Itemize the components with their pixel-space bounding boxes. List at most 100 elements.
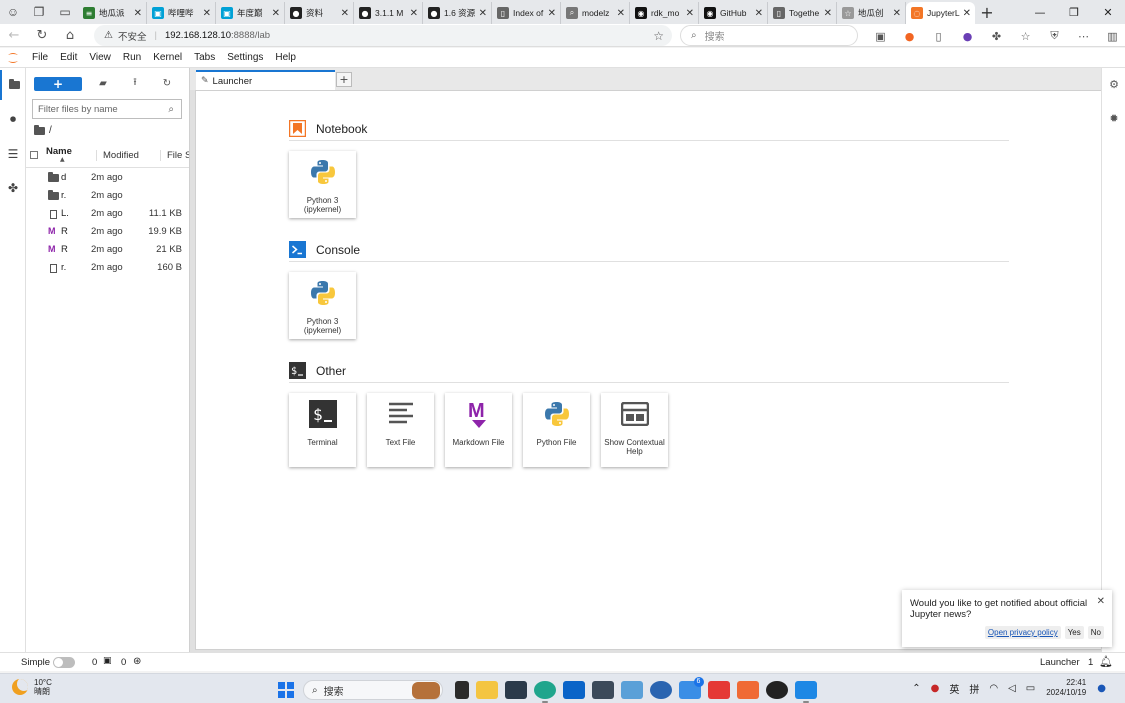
browser-tab[interactable]: ● 3.1.1 M ✕	[354, 2, 423, 24]
home-icon[interactable]: ⌂	[56, 28, 84, 43]
tray-app-icon[interactable]: ●	[931, 683, 940, 694]
remote-desktop-icon[interactable]	[591, 681, 614, 699]
vertical-tabs-icon[interactable]: ▭	[52, 0, 78, 24]
browser-tab[interactable]: ⌕ modelz ✕	[561, 2, 630, 24]
app-check-icon[interactable]: 6	[678, 677, 704, 699]
extension-orange-icon[interactable]: ●	[895, 28, 924, 44]
close-tab-icon[interactable]: ✕	[963, 8, 971, 19]
close-tab-icon[interactable]: ✕	[272, 8, 280, 19]
more-menu-icon[interactable]: ⋯	[1069, 28, 1098, 44]
outlook-icon[interactable]	[562, 681, 585, 699]
browser-tab[interactable]: ◉ rdk_mo ✕	[630, 2, 699, 24]
new-folder-icon[interactable]: ▰	[87, 78, 119, 89]
close-tab-icon[interactable]: ✕	[893, 8, 901, 19]
close-tab-icon[interactable]: ✕	[203, 8, 211, 19]
file-browser-icon[interactable]	[0, 70, 26, 100]
browser-tab[interactable]: ● 资料 ✕	[285, 2, 354, 24]
wps-icon[interactable]	[707, 681, 730, 699]
restore-icon[interactable]: ❐	[1057, 6, 1091, 19]
column-name[interactable]: Name	[46, 146, 72, 157]
close-tab-icon[interactable]: ✕	[410, 8, 418, 19]
reader-icon[interactable]: ▣	[866, 28, 895, 44]
weather-widget[interactable]: 10°C 晴朗	[12, 678, 52, 696]
file-row[interactable]: d 2m ago	[26, 169, 189, 187]
ime-language[interactable]: 英	[949, 681, 959, 696]
favorite-star-icon[interactable]: ☆	[653, 29, 664, 43]
property-inspector-icon[interactable]: ⚙	[1102, 78, 1125, 91]
file-row[interactable]: M R 2m ago 19.9 KB	[26, 223, 189, 241]
terminal-card[interactable]: $ Terminal	[289, 393, 356, 467]
file-row[interactable]: r. 2m ago	[26, 187, 189, 205]
close-tab-icon[interactable]: ✕	[479, 8, 487, 19]
app-red-icon[interactable]	[736, 681, 759, 699]
notebook-python3-card[interactable]: Python 3 (ipykernel)	[289, 151, 356, 218]
tray-overflow-icon[interactable]: ⌃	[912, 683, 920, 694]
privacy-policy-link[interactable]: Open privacy policy	[984, 626, 1061, 639]
add-tab-button[interactable]: +	[336, 72, 352, 87]
browser-tab[interactable]: ▯ Index of ✕	[492, 2, 561, 24]
file-row[interactable]: M R 2m ago 21 KB	[26, 241, 189, 259]
reload-icon[interactable]: ↻	[28, 28, 56, 43]
menu-tabs[interactable]: Tabs	[188, 52, 221, 63]
text-file-card[interactable]: Text File	[367, 393, 434, 467]
browser-tab[interactable]: ▣ 哔哩哔 ✕	[147, 2, 216, 24]
taskbar-search[interactable]: ⌕ 搜索	[303, 680, 443, 700]
close-tab-icon[interactable]: ✕	[617, 8, 625, 19]
close-tab-icon[interactable]: ✕	[548, 8, 556, 19]
contextual-help-card[interactable]: Show Contextual Help	[601, 393, 668, 467]
qq-icon[interactable]	[765, 681, 788, 699]
shield-icon[interactable]: ⛨	[1040, 28, 1069, 44]
close-tab-icon[interactable]: ✕	[755, 8, 763, 19]
running-kernels-icon[interactable]: ⏺	[0, 104, 26, 134]
extension-doc-icon[interactable]: ▯	[924, 28, 953, 44]
browser-tab[interactable]: ▣ 年度巅 ✕	[216, 2, 285, 24]
ime-mode[interactable]: 拼	[969, 681, 979, 696]
refresh-icon[interactable]: ↻	[151, 78, 183, 89]
terminal-status-icon[interactable]: ▣	[103, 656, 112, 666]
menu-edit[interactable]: Edit	[54, 52, 83, 63]
browser-tab[interactable]: ◌ JupyterL ✕	[906, 2, 975, 24]
minimize-icon[interactable]: —	[1023, 6, 1057, 19]
close-window-icon[interactable]: ✕	[1091, 6, 1125, 19]
workspaces-icon[interactable]: ❐	[26, 0, 52, 24]
file-row[interactable]: L. 2m ago 11.1 KB	[26, 205, 189, 223]
console-python3-card[interactable]: Python 3 (ipykernel)	[289, 272, 356, 339]
browser-tab[interactable]: ≡ 地瓜派 ✕	[78, 2, 147, 24]
simple-mode-toggle[interactable]	[53, 657, 75, 668]
app-c-icon[interactable]	[649, 681, 672, 699]
clock[interactable]: 22:41 2024/10/19	[1046, 678, 1086, 698]
close-tab-icon[interactable]: ✕	[686, 8, 694, 19]
tab-launcher[interactable]: ✎ Launcher	[196, 70, 335, 90]
filter-files-input[interactable]: Filter files by name ⌕	[32, 99, 182, 119]
menu-file[interactable]: File	[26, 52, 54, 63]
breadcrumb[interactable]: /	[34, 124, 52, 136]
menu-settings[interactable]: Settings	[221, 52, 269, 63]
notification-center-icon[interactable]: ●	[1097, 683, 1106, 694]
extension-purple-icon[interactable]: ●	[953, 28, 982, 44]
bell-icon[interactable]: 🔔︎	[1099, 655, 1113, 668]
back-icon[interactable]: ←	[0, 28, 28, 43]
browser-tab[interactable]: ● 1.6 资源 ✕	[423, 2, 492, 24]
close-tab-icon[interactable]: ✕	[824, 8, 832, 19]
app-blue-icon[interactable]	[620, 681, 643, 699]
terminal-app-icon[interactable]	[504, 681, 527, 699]
task-view-icon[interactable]	[454, 681, 469, 699]
profile-icon[interactable]: ☺	[0, 0, 26, 24]
notification-no-button[interactable]: No	[1087, 626, 1104, 639]
column-modified[interactable]: Modified	[96, 150, 139, 161]
debugger-icon[interactable]: ✹	[1102, 112, 1125, 125]
notification-yes-button[interactable]: Yes	[1064, 626, 1084, 639]
wifi-icon[interactable]: ◠	[989, 683, 998, 694]
extension-manager-icon[interactable]: ✤	[0, 173, 26, 203]
battery-icon[interactable]: ▭	[1026, 683, 1035, 694]
markdown-file-card[interactable]: M Markdown File	[445, 393, 512, 467]
close-tab-icon[interactable]: ✕	[341, 8, 349, 19]
kernel-status-icon[interactable]: ⊛	[133, 656, 141, 667]
vscode-icon[interactable]	[794, 681, 817, 703]
browser-tab[interactable]: ☆ 地瓜创 ✕	[837, 2, 906, 24]
new-launcher-button[interactable]: +	[34, 76, 82, 91]
table-of-contents-icon[interactable]: ☰	[0, 139, 26, 169]
browser-tab[interactable]: ▯ Togethe ✕	[768, 2, 837, 24]
edge-browser-icon[interactable]	[533, 681, 556, 703]
favorites-icon[interactable]: ☆	[1011, 28, 1040, 44]
